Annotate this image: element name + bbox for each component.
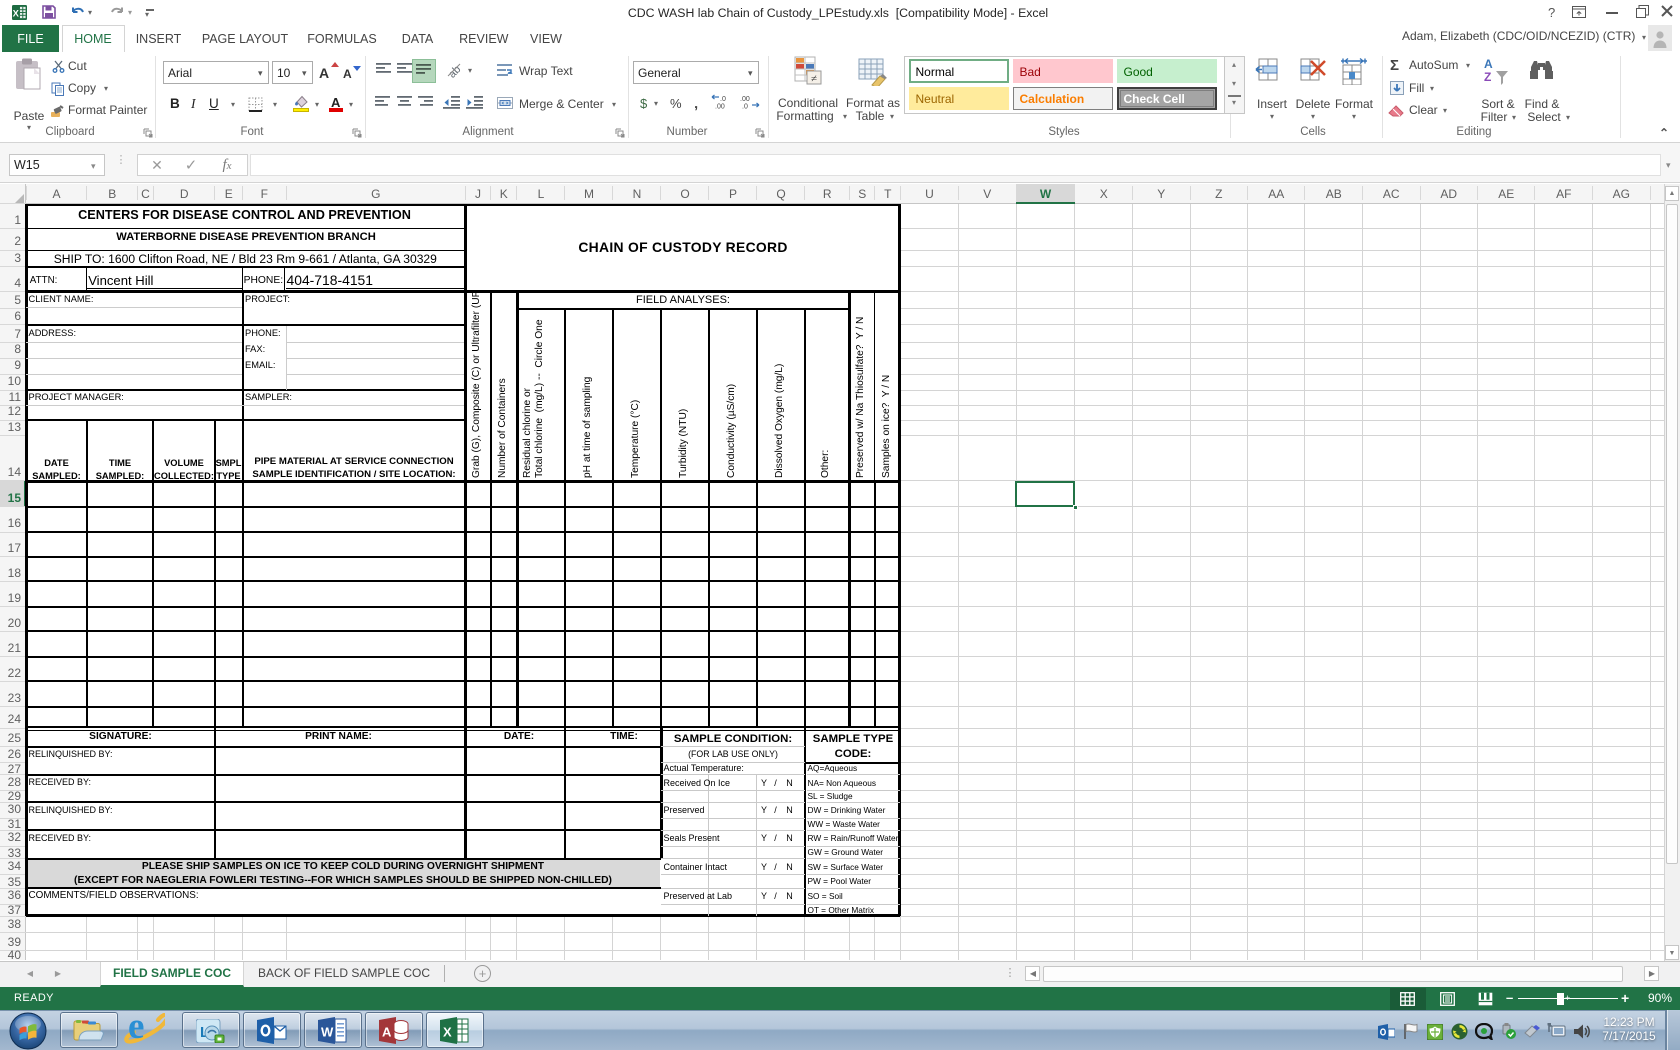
svg-text:X: X <box>443 1025 452 1040</box>
svg-text:X: X <box>13 8 20 18</box>
svg-text:.0: .0 <box>742 104 748 110</box>
svg-text:W: W <box>321 1025 334 1040</box>
svg-text:A: A <box>382 1025 392 1040</box>
svg-text:.00: .00 <box>740 96 750 103</box>
svg-text:A: A <box>1484 57 1493 71</box>
svg-text:.0: .0 <box>720 96 726 103</box>
svg-text:.00: .00 <box>715 104 725 110</box>
svg-text:≠: ≠ <box>811 73 817 85</box>
svg-text:Z: Z <box>1484 70 1491 84</box>
